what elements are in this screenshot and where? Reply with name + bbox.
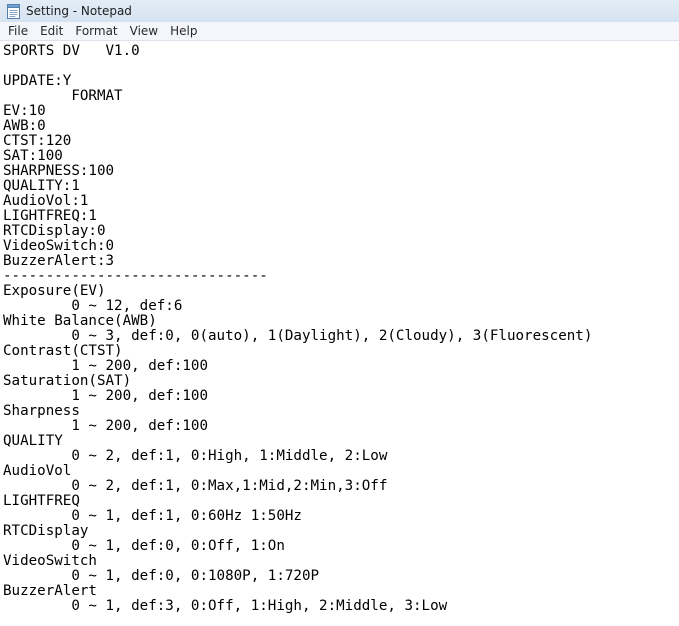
text-line: UPDATE:Y bbox=[3, 73, 72, 89]
window-title: Setting - Notepad bbox=[26, 4, 132, 18]
text-line: ------------------------------- bbox=[3, 268, 268, 284]
menu-view[interactable]: View bbox=[124, 22, 164, 40]
menu-help[interactable]: Help bbox=[164, 22, 203, 40]
menu-file[interactable]: File bbox=[2, 22, 34, 40]
text-line: Contrast(CTST) bbox=[3, 343, 123, 359]
text-line: BuzzerAlert:3 bbox=[3, 253, 115, 269]
text-line: Exposure(EV) bbox=[3, 283, 106, 299]
text-line: AudioVol bbox=[3, 463, 72, 479]
menu-format[interactable]: Format bbox=[69, 22, 123, 40]
text-line: CTST:120 bbox=[3, 133, 72, 149]
text-line: BuzzerAlert bbox=[3, 583, 97, 599]
text-line: RTCDisplay bbox=[3, 523, 89, 539]
text-line: QUALITY:1 bbox=[3, 178, 80, 194]
text-line: 0 ~ 1, def:0, 0:1080P, 1:720P bbox=[3, 568, 320, 584]
text-line: AudioVol:1 bbox=[3, 193, 89, 209]
text-line: Saturation(SAT) bbox=[3, 373, 132, 389]
text-editor-area[interactable]: SPORTS DV V1.0 UPDATE:Y FORMAT EV:10 AWB:0 C… bbox=[0, 41, 679, 626]
text-line: RTCDisplay:0 bbox=[3, 223, 106, 239]
menu-bar: File Edit Format View Help bbox=[0, 22, 679, 41]
text-line: AWB:0 bbox=[3, 118, 46, 134]
text-line: 0 ~ 1, def:3, 0:Off, 1:High, 2:Middle, 3… bbox=[3, 598, 448, 614]
text-line: Sharpness bbox=[3, 403, 80, 419]
text-line: LIGHTFREQ bbox=[3, 493, 80, 509]
text-line: 0 ~ 12, def:6 bbox=[3, 298, 183, 314]
text-line: 1 ~ 200, def:100 bbox=[3, 418, 209, 434]
text-line: VideoSwitch bbox=[3, 553, 97, 569]
menu-edit[interactable]: Edit bbox=[34, 22, 69, 40]
text-line: 1 ~ 200, def:100 bbox=[3, 358, 209, 374]
notepad-icon bbox=[6, 3, 20, 19]
notepad-window: Setting - Notepad File Edit Format View … bbox=[0, 0, 679, 626]
text-line: FORMAT bbox=[3, 88, 123, 104]
text-line: QUALITY bbox=[3, 433, 63, 449]
text-line: SAT:100 bbox=[3, 148, 63, 164]
text-line: SHARPNESS:100 bbox=[3, 163, 115, 179]
text-line: VideoSwitch:0 bbox=[3, 238, 115, 254]
text-line: 0 ~ 1, def:0, 0:Off, 1:On bbox=[3, 538, 285, 554]
text-line: 1 ~ 200, def:100 bbox=[3, 388, 209, 404]
text-line: SPORTS DV V1.0 bbox=[3, 43, 140, 59]
text-line: 0 ~ 3, def:0, 0(auto), 1(Daylight), 2(Cl… bbox=[3, 328, 593, 344]
title-bar[interactable]: Setting - Notepad bbox=[0, 0, 679, 22]
text-line: 0 ~ 1, def:1, 0:60Hz 1:50Hz bbox=[3, 508, 302, 524]
text-line: LIGHTFREQ:1 bbox=[3, 208, 97, 224]
text-line: White Balance(AWB) bbox=[3, 313, 157, 329]
text-line: 0 ~ 2, def:1, 0:Max,1:Mid,2:Min,3:Off bbox=[3, 478, 388, 494]
text-line: 0 ~ 2, def:1, 0:High, 1:Middle, 2:Low bbox=[3, 448, 388, 464]
text-line: EV:10 bbox=[3, 103, 46, 119]
